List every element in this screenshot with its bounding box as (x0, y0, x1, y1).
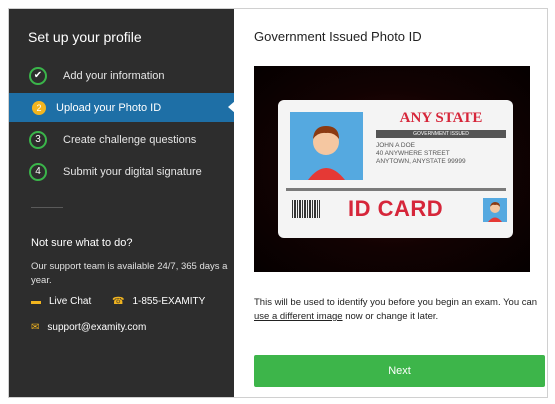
chat-icon: ▬ (31, 296, 41, 307)
phone-icon: ☎ (112, 296, 125, 307)
step-label: Create challenge questions (63, 133, 197, 146)
sidebar-title: Set up your profile (28, 29, 142, 45)
email-address: support@examity.com (47, 322, 147, 333)
step-upload-photo-id[interactable]: 2 Upload your Photo ID (9, 93, 235, 122)
portrait-photo (290, 112, 363, 180)
phone-link[interactable]: ☎ 1-855-EXAMITY (112, 296, 205, 307)
card-divider (286, 188, 506, 191)
step-label: Add your information (63, 69, 165, 82)
card-id-text: ID CARD (348, 196, 444, 221)
help-text: Our support team is available 24/7, 365 … (31, 261, 228, 286)
use-different-image-link[interactable]: use a different image (254, 311, 343, 322)
sidebar-divider (31, 207, 63, 208)
step-number-badge: 2 (32, 100, 46, 115)
step-number-badge: 3 (29, 130, 47, 149)
photo-id-caption: This will be used to identify you before… (254, 296, 549, 324)
live-chat-link[interactable]: ▬ Live Chat (31, 296, 91, 307)
next-button[interactable]: Next (254, 355, 545, 387)
step-challenge-questions[interactable]: 3 Create challenge questions (9, 125, 234, 154)
main-panel: Government Issued Photo ID ANY STATE GOV… (234, 9, 547, 397)
card-state: ANY STATE (399, 110, 483, 126)
photo-id-preview: ANY STATE GOVERNMENT ISSUED JOHN A DOE 4… (254, 66, 530, 272)
step-label: Submit your digital signature (63, 165, 202, 178)
mini-portrait (483, 198, 507, 222)
live-chat-label: Live Chat (49, 296, 92, 307)
profile-setup-window: Set up your profile ✔ Add your informati… (8, 8, 548, 398)
card-details: JOHN A DOE 40 ANYWHERE STREET ANYTOWN, A… (376, 142, 466, 166)
card-street: 40 ANYWHERE STREET (376, 150, 450, 157)
caption-text: This will be used to identify you before… (254, 297, 538, 308)
phone-number: 1-855-EXAMITY (132, 296, 206, 307)
page-title: Government Issued Photo ID (254, 29, 422, 44)
step-label: Upload your Photo ID (56, 101, 162, 114)
check-icon: ✔ (29, 66, 47, 85)
step-digital-signature[interactable]: 4 Submit your digital signature (9, 157, 234, 186)
id-card-image: ANY STATE GOVERNMENT ISSUED JOHN A DOE 4… (278, 100, 513, 238)
step-number-badge: 4 (29, 162, 47, 181)
help-title: Not sure what to do? (31, 237, 133, 249)
card-issued-banner: GOVERNMENT ISSUED (376, 130, 506, 138)
step-add-information[interactable]: ✔ Add your information (9, 61, 234, 90)
caption-tail: now or change it later. (342, 311, 439, 322)
envelope-icon: ✉ (31, 322, 40, 333)
card-city: ANYTOWN, ANYSTATE 99999 (376, 158, 466, 165)
email-link[interactable]: ✉ support@examity.com (31, 322, 146, 333)
sidebar: Set up your profile ✔ Add your informati… (9, 9, 235, 397)
card-name: JOHN A DOE (376, 142, 416, 149)
barcode (292, 200, 320, 218)
